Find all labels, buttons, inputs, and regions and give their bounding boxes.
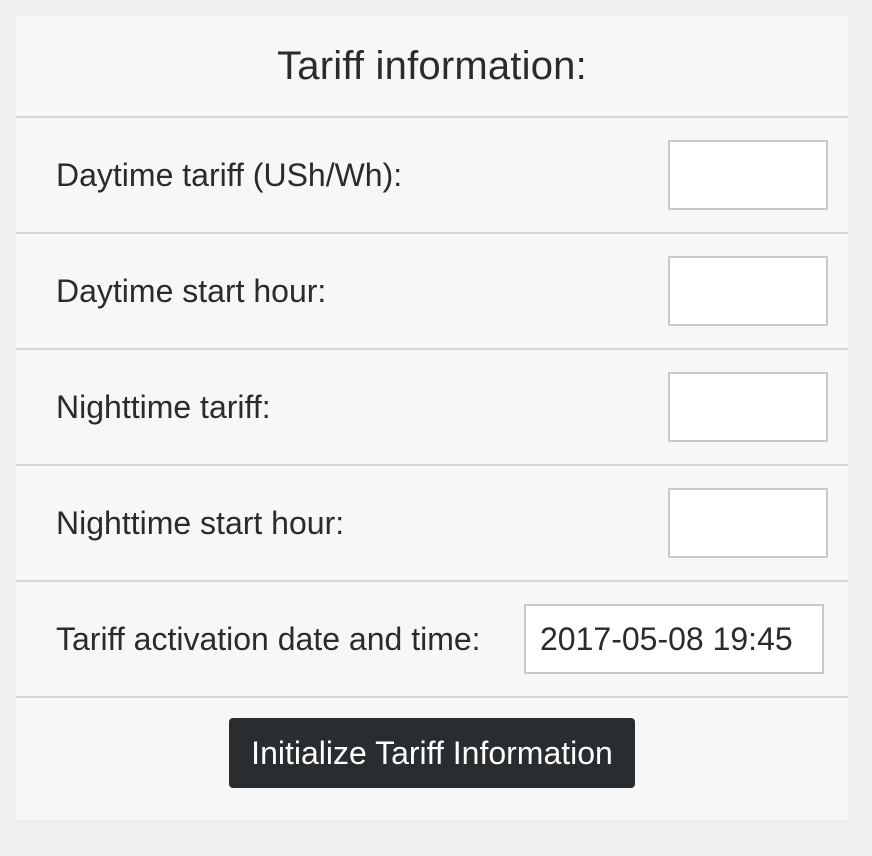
daytime-start-hour-label: Daytime start hour: — [56, 272, 327, 309]
daytime-tariff-input[interactable] — [668, 140, 828, 210]
submit-row: Initialize Tariff Information — [16, 698, 848, 808]
daytime-tariff-row: Daytime tariff (USh/Wh): — [16, 118, 848, 234]
nighttime-start-hour-input[interactable] — [668, 488, 828, 558]
activation-datetime-input[interactable] — [524, 604, 824, 674]
nighttime-tariff-row: Nighttime tariff: — [16, 350, 848, 466]
panel-title: Tariff information: — [277, 43, 587, 88]
initialize-tariff-button[interactable]: Initialize Tariff Information — [229, 718, 635, 788]
activation-datetime-label: Tariff activation date and time: — [56, 620, 481, 657]
tariff-information-panel: Tariff information: Daytime tariff (USh/… — [16, 16, 848, 820]
nighttime-start-hour-row: Nighttime start hour: — [16, 466, 848, 582]
nighttime-tariff-label: Nighttime tariff: — [56, 388, 271, 425]
nighttime-start-hour-label: Nighttime start hour: — [56, 504, 345, 541]
nighttime-tariff-input[interactable] — [668, 372, 828, 442]
daytime-start-hour-row: Daytime start hour: — [16, 234, 848, 350]
activation-datetime-row: Tariff activation date and time: — [16, 582, 848, 698]
panel-header: Tariff information: — [16, 16, 848, 118]
daytime-start-hour-input[interactable] — [668, 256, 828, 326]
daytime-tariff-label: Daytime tariff (USh/Wh): — [56, 156, 403, 193]
